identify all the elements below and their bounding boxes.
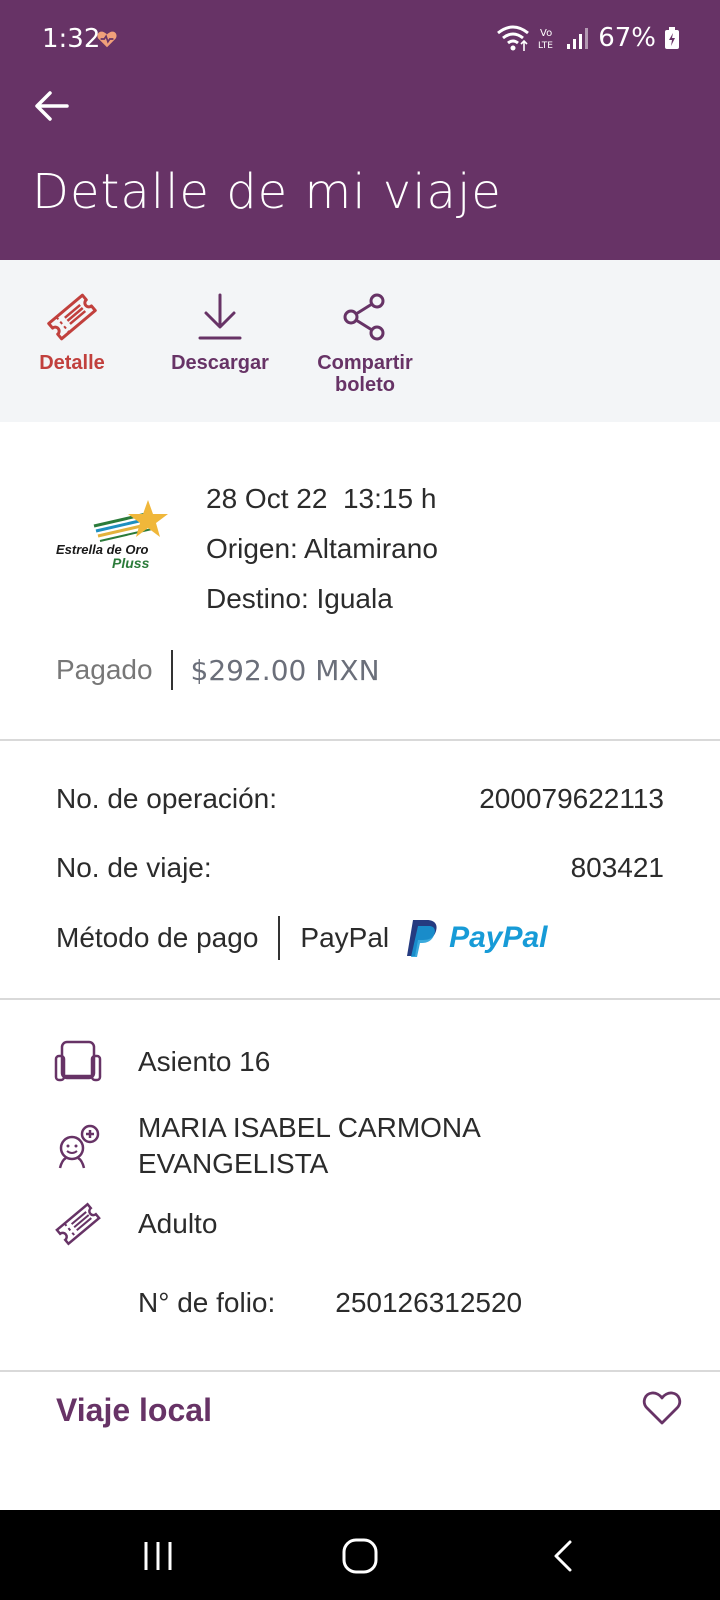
folio-label: N° de folio: bbox=[138, 1287, 276, 1318]
trip-destination: Destino: Iguala bbox=[206, 583, 393, 614]
trip-number-row: No. de viaje: 803421 bbox=[56, 852, 664, 884]
operation-number-label: No. de operación: bbox=[56, 783, 278, 814]
status-time: 1:32 bbox=[42, 24, 101, 54]
passenger-name: MARIA ISABEL CARMONA EVANGELISTA bbox=[138, 1112, 481, 1179]
paid-label: Pagado bbox=[56, 654, 153, 685]
trip-date-time: 28 Oct 22 13:15 h bbox=[206, 483, 437, 514]
payment-method-row: Método de pago PayPal PayPal bbox=[56, 916, 548, 960]
heart-favorite-icon[interactable] bbox=[642, 1390, 682, 1426]
share-ticket-action-button[interactable]: Compartir boleto bbox=[295, 288, 435, 396]
paid-amount: $292.00 MXN bbox=[190, 653, 380, 687]
paypal-logo: PayPal bbox=[405, 918, 548, 958]
battery-icon bbox=[665, 27, 679, 49]
ticket-icon bbox=[47, 293, 97, 341]
download-action-button[interactable]: Descargar bbox=[150, 288, 290, 374]
folio-row: N° de folio: 250126312520 bbox=[138, 1287, 522, 1319]
payment-method-separator bbox=[278, 916, 281, 960]
back-nav-button[interactable] bbox=[544, 1536, 584, 1576]
operation-number-value: 200079622113 bbox=[479, 783, 664, 814]
svg-text:Vo: Vo bbox=[540, 28, 552, 39]
status-bar: 1:32 Vo LTE 67% bbox=[0, 0, 720, 76]
trip-origin: Origen: Altamirano bbox=[206, 533, 438, 564]
divider bbox=[0, 1370, 720, 1372]
passenger-icon bbox=[58, 1124, 100, 1169]
download-action-label: Descargar bbox=[171, 352, 269, 374]
ticket-type-icon bbox=[55, 1202, 101, 1246]
system-navigation-bar bbox=[0, 1510, 720, 1600]
detail-action-label: Detalle bbox=[39, 352, 105, 374]
detail-action-button[interactable]: Detalle bbox=[2, 288, 142, 374]
svg-text:Pluss: Pluss bbox=[112, 555, 150, 571]
passenger-type: Adulto bbox=[138, 1208, 218, 1239]
home-button[interactable] bbox=[340, 1536, 380, 1576]
arrow-left-icon bbox=[35, 91, 69, 121]
paypal-p-icon bbox=[407, 920, 437, 957]
seat-number: Asiento 16 bbox=[138, 1046, 271, 1077]
payment-method-value: PayPal bbox=[300, 922, 390, 953]
trip-type-label: Viaje local bbox=[56, 1392, 212, 1428]
signal-icon bbox=[567, 28, 589, 49]
volte-icon: Vo LTE bbox=[538, 28, 553, 51]
divider bbox=[0, 998, 720, 1000]
seat-icon bbox=[54, 1040, 102, 1082]
health-heart-icon bbox=[97, 31, 117, 48]
paid-separator bbox=[170, 650, 173, 690]
back-button[interactable] bbox=[32, 86, 72, 126]
wifi-icon bbox=[497, 25, 530, 51]
payment-method-label: Método de pago bbox=[56, 922, 259, 953]
share-ticket-action-label: Compartir boleto bbox=[317, 352, 413, 396]
page-title: Detalle de mi viaje bbox=[32, 164, 502, 220]
divider bbox=[0, 739, 720, 741]
svg-text:LTE: LTE bbox=[538, 41, 553, 51]
folio-value: 250126312520 bbox=[335, 1287, 523, 1318]
action-bar: Detalle Descargar Compartir boleto bbox=[0, 260, 720, 422]
trip-number-label: No. de viaje: bbox=[56, 852, 212, 883]
app-header: 1:32 Vo LTE 67% Detalle de mi viaje bbox=[0, 0, 720, 260]
status-right: Vo LTE 67% bbox=[496, 22, 680, 54]
trip-info: 28 Oct 22 13:15 h Origen: Altamirano Des… bbox=[206, 474, 438, 624]
share-icon bbox=[343, 293, 385, 341]
estrella-de-oro-logo: Estrella de Oro Pluss bbox=[56, 500, 168, 571]
paypal-wordmark: PayPal bbox=[449, 921, 548, 954]
payment-summary: Pagado $292.00 MXN bbox=[56, 650, 380, 690]
battery-percent: 67% bbox=[598, 23, 656, 53]
recent-apps-button[interactable] bbox=[138, 1536, 178, 1576]
download-icon bbox=[198, 293, 242, 340]
operation-number-row: No. de operación: 200079622113 bbox=[56, 783, 664, 815]
trip-number-value: 803421 bbox=[570, 852, 664, 883]
